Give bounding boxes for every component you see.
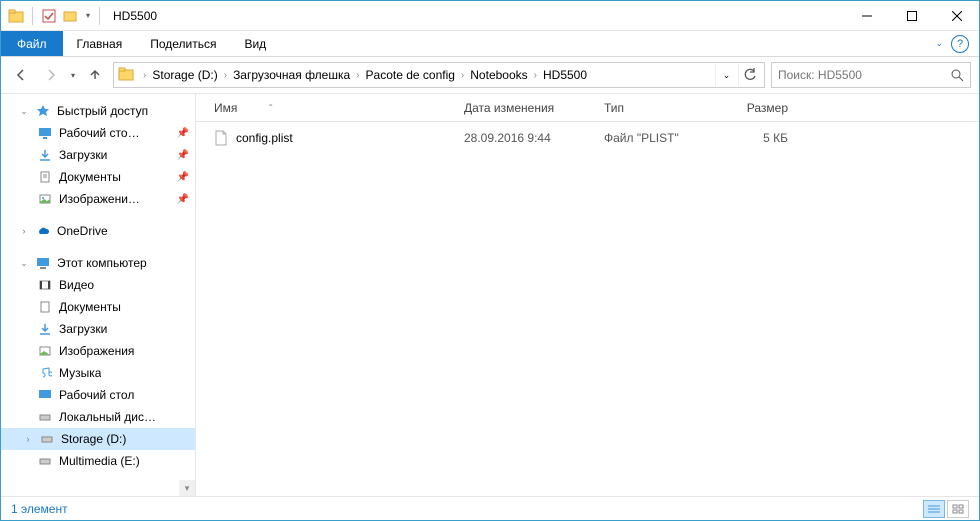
window-title: HD5500 bbox=[113, 9, 157, 23]
pin-icon: 📌 bbox=[177, 194, 189, 205]
status-bar: 1 элемент bbox=[1, 496, 979, 520]
pictures-icon bbox=[37, 191, 53, 207]
address-bar[interactable]: › Storage (D:) › Загрузочная флешка › Pa… bbox=[113, 62, 765, 88]
desktop-icon bbox=[37, 387, 53, 403]
chevron-right-icon[interactable]: › bbox=[353, 70, 362, 81]
column-headers: Имя ⌃ Дата изменения Тип Размер bbox=[196, 94, 979, 122]
nav-back-button[interactable] bbox=[9, 63, 33, 87]
help-icon[interactable]: ? bbox=[951, 35, 969, 53]
qat-dropdown-icon[interactable]: ▾ bbox=[84, 11, 92, 20]
pin-icon: 📌 bbox=[177, 128, 189, 139]
view-large-icons-button[interactable] bbox=[947, 500, 969, 518]
ribbon: Файл Главная Поделиться Вид ⌄ ? bbox=[1, 31, 979, 57]
search-box[interactable] bbox=[771, 62, 971, 88]
drive-icon bbox=[37, 453, 53, 469]
scrollbar-down-button[interactable]: ▾ bbox=[179, 480, 195, 496]
file-list-pane: Имя ⌃ Дата изменения Тип Размер config.p… bbox=[196, 94, 979, 496]
ribbon-expand-button[interactable]: ⌄ ? bbox=[925, 31, 979, 56]
drive-icon bbox=[37, 409, 53, 425]
sidebar-item-downloads[interactable]: Загрузки bbox=[1, 318, 195, 340]
computer-icon bbox=[35, 255, 51, 271]
sidebar-item-pictures[interactable]: Изображени… 📌 bbox=[1, 188, 195, 210]
view-details-button[interactable] bbox=[923, 500, 945, 518]
star-icon bbox=[35, 103, 51, 119]
sidebar-thispc[interactable]: ⌄ Этот компьютер bbox=[1, 252, 195, 274]
nav-forward-button[interactable] bbox=[39, 63, 63, 87]
search-icon[interactable] bbox=[950, 68, 964, 82]
chevron-right-icon[interactable]: › bbox=[531, 70, 540, 81]
downloads-icon bbox=[37, 147, 53, 163]
file-icon bbox=[214, 130, 230, 146]
breadcrumb-item[interactable]: HD5500 bbox=[540, 68, 590, 82]
sidebar-item-desktop[interactable]: Рабочий стол bbox=[1, 384, 195, 406]
column-header-size[interactable]: Размер bbox=[716, 101, 796, 115]
folder-icon bbox=[7, 7, 25, 25]
nav-up-button[interactable] bbox=[83, 63, 107, 87]
minimize-button[interactable] bbox=[844, 1, 889, 31]
ribbon-file-tab[interactable]: Файл bbox=[1, 31, 63, 56]
sidebar: ⌄ Быстрый доступ Рабочий сто… 📌 Загрузки… bbox=[1, 94, 196, 496]
ribbon-tab-view[interactable]: Вид bbox=[230, 31, 280, 56]
sidebar-item-downloads[interactable]: Загрузки 📌 bbox=[1, 144, 195, 166]
file-size: 5 КБ bbox=[716, 131, 796, 145]
qat-newfolder-icon[interactable] bbox=[62, 7, 80, 25]
chevron-right-icon[interactable]: › bbox=[458, 70, 467, 81]
address-dropdown-button[interactable]: ⌄ bbox=[715, 64, 737, 86]
breadcrumb: › Storage (D:) › Загрузочная флешка › Pa… bbox=[140, 68, 715, 82]
file-row[interactable]: config.plist 28.09.2016 9:44 Файл "PLIST… bbox=[196, 126, 979, 150]
sidebar-onedrive[interactable]: › OneDrive bbox=[1, 220, 195, 242]
sort-asc-icon: ⌃ bbox=[267, 103, 274, 112]
sidebar-item-pictures[interactable]: Изображения bbox=[1, 340, 195, 362]
status-item-count: 1 элемент bbox=[11, 502, 68, 516]
column-header-type[interactable]: Тип bbox=[596, 101, 716, 115]
qat-properties-icon[interactable] bbox=[40, 7, 58, 25]
navbar: ▾ › Storage (D:) › Загрузочная флешка › … bbox=[1, 57, 979, 93]
file-type: Файл "PLIST" bbox=[596, 131, 716, 145]
pin-icon: 📌 bbox=[177, 150, 189, 161]
chevron-down-icon[interactable]: ⌄ bbox=[19, 258, 29, 269]
ribbon-tab-home[interactable]: Главная bbox=[63, 31, 137, 56]
sidebar-item-music[interactable]: Музыка bbox=[1, 362, 195, 384]
pin-icon: 📌 bbox=[177, 172, 189, 183]
chevron-down-icon[interactable]: ⌄ bbox=[19, 106, 29, 117]
sidebar-item-videos[interactable]: Видео bbox=[1, 274, 195, 296]
file-date: 28.09.2016 9:44 bbox=[456, 131, 596, 145]
folder-icon bbox=[118, 66, 136, 84]
sidebar-item-localdisk[interactable]: Локальный дис… bbox=[1, 406, 195, 428]
chevron-right-icon[interactable]: › bbox=[221, 70, 230, 81]
chevron-right-icon[interactable]: › bbox=[19, 226, 29, 236]
file-name: config.plist bbox=[236, 131, 293, 145]
refresh-button[interactable] bbox=[738, 64, 760, 86]
sidebar-item-storage-d[interactable]: › Storage (D:) bbox=[1, 428, 195, 450]
column-header-date[interactable]: Дата изменения bbox=[456, 101, 596, 115]
sidebar-item-desktop[interactable]: Рабочий сто… 📌 bbox=[1, 122, 195, 144]
breadcrumb-item[interactable]: Загрузочная флешка bbox=[230, 68, 353, 82]
downloads-icon bbox=[37, 321, 53, 337]
maximize-button[interactable] bbox=[889, 1, 934, 31]
breadcrumb-item[interactable]: Notebooks bbox=[467, 68, 530, 82]
desktop-icon bbox=[37, 125, 53, 141]
sidebar-item-documents[interactable]: Документы 📌 bbox=[1, 166, 195, 188]
documents-icon bbox=[37, 169, 53, 185]
music-icon bbox=[37, 365, 53, 381]
sidebar-item-documents[interactable]: Документы bbox=[1, 296, 195, 318]
chevron-right-icon[interactable]: › bbox=[23, 434, 33, 444]
documents-icon bbox=[37, 299, 53, 315]
cloud-icon bbox=[35, 223, 51, 239]
column-header-name[interactable]: Имя ⌃ bbox=[206, 101, 456, 115]
breadcrumb-item[interactable]: Pacote de config bbox=[363, 68, 458, 82]
titlebar: ▾ HD5500 bbox=[1, 1, 979, 31]
ribbon-tab-share[interactable]: Поделиться bbox=[136, 31, 230, 56]
breadcrumb-item[interactable]: Storage (D:) bbox=[149, 68, 220, 82]
nav-history-dropdown[interactable]: ▾ bbox=[69, 71, 77, 80]
video-icon bbox=[37, 277, 53, 293]
drive-icon bbox=[39, 431, 55, 447]
search-input[interactable] bbox=[778, 68, 950, 82]
chevron-right-icon[interactable]: › bbox=[140, 70, 149, 81]
pictures-icon bbox=[37, 343, 53, 359]
sidebar-item-multimedia-e[interactable]: Multimedia (E:) bbox=[1, 450, 195, 472]
sidebar-quickaccess[interactable]: ⌄ Быстрый доступ bbox=[1, 100, 195, 122]
close-button[interactable] bbox=[934, 1, 979, 31]
